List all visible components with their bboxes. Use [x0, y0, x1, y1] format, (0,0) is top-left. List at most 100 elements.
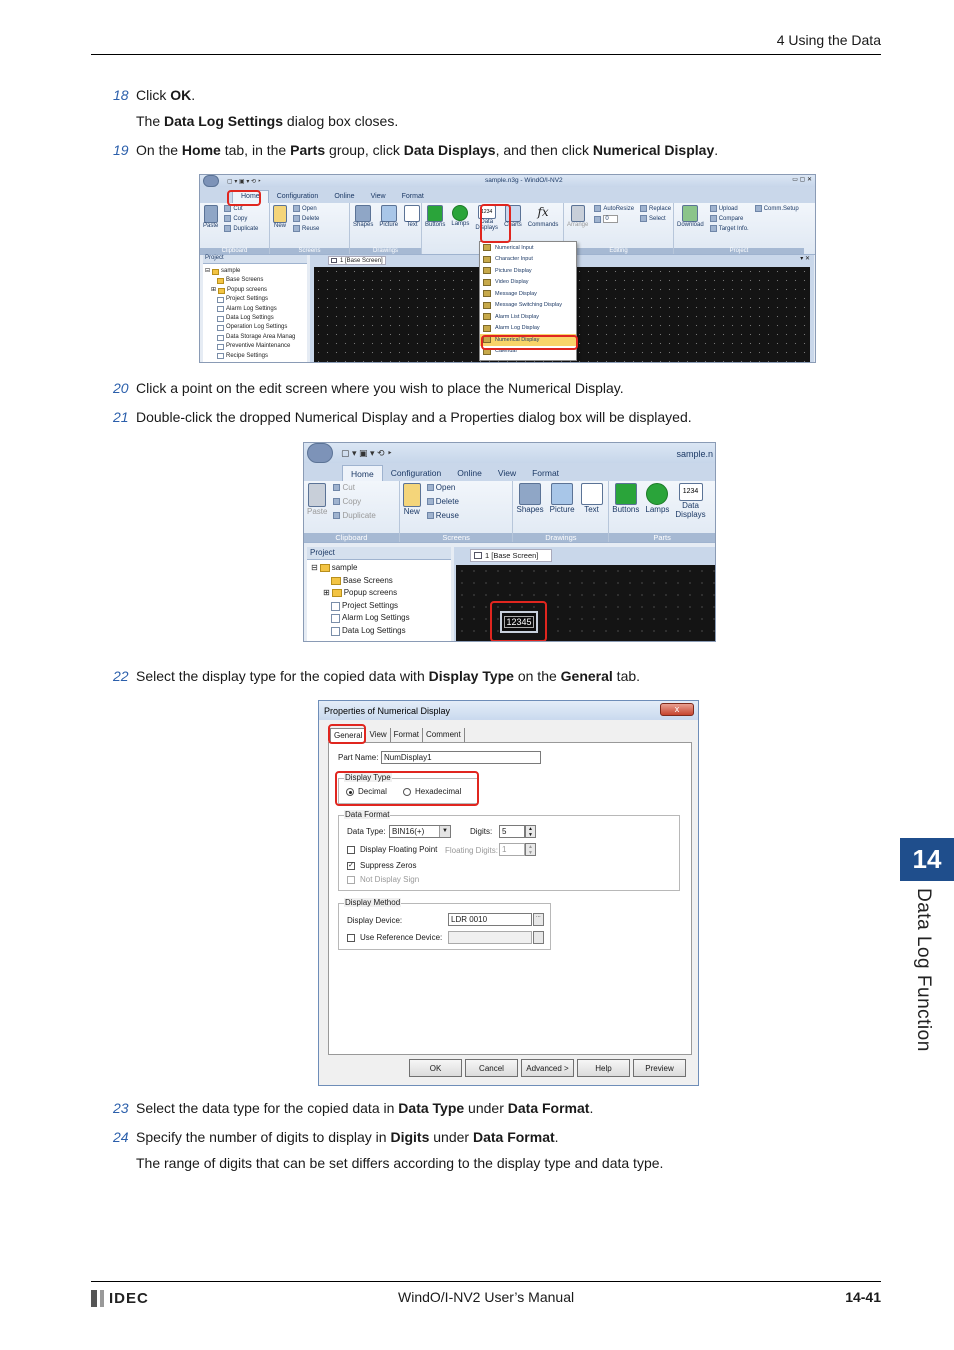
- autoresize-button[interactable]: AutoResize: [594, 205, 634, 212]
- menu-item-message-display[interactable]: Message Display: [480, 288, 576, 300]
- paste-button[interactable]: Paste: [200, 203, 221, 254]
- tree-item[interactable]: ⊟ sample: [205, 267, 305, 276]
- compare-button[interactable]: Compare: [709, 215, 749, 222]
- menu-item-numerical-input[interactable]: Numerical Input: [480, 242, 576, 254]
- close-button[interactable]: x: [660, 703, 694, 716]
- tab-configuration[interactable]: Configuration: [383, 465, 450, 481]
- help-button[interactable]: Help: [577, 1059, 630, 1077]
- cut-button[interactable]: Cut: [224, 205, 258, 212]
- part-name-input[interactable]: NumDisplay1: [381, 751, 541, 764]
- sheet-tab[interactable]: 1 [Base Screen]: [470, 549, 552, 562]
- not-display-sign-checkbox[interactable]: [347, 876, 355, 884]
- folder-icon: [218, 287, 226, 294]
- reuse-button[interactable]: Reuse: [293, 225, 319, 232]
- quick-access-icon[interactable]: ▢ ▾ ▣ ▾ ⟲ ‣: [341, 448, 392, 459]
- lamps-button[interactable]: Lamps: [448, 203, 472, 254]
- cancel-button[interactable]: Cancel: [465, 1059, 518, 1077]
- tab-online[interactable]: Online: [449, 465, 490, 481]
- project-panel-title: Project: [307, 547, 451, 560]
- tab-configuration[interactable]: Configuration: [269, 191, 327, 203]
- device-picker-icon[interactable]: ⋯: [533, 913, 544, 926]
- floating-digits-spinner-icon[interactable]: ▲ ▼: [525, 843, 536, 856]
- tab-view[interactable]: View: [366, 728, 391, 742]
- alarm-list-icon: [483, 313, 491, 321]
- duplicate-button[interactable]: Duplicate: [224, 225, 258, 232]
- delete-button[interactable]: Delete: [293, 215, 319, 222]
- copy-button[interactable]: Copy: [224, 215, 258, 222]
- buttons-button[interactable]: Buttons: [422, 203, 448, 254]
- quick-access-icon[interactable]: ▢ ▾ ▣ ▾ ⟲ ‣: [227, 178, 261, 185]
- download-button[interactable]: Download: [674, 203, 707, 254]
- logo-mark-icon: [91, 1290, 97, 1307]
- select-button[interactable]: Select: [640, 215, 671, 222]
- tab-view[interactable]: View: [490, 465, 524, 481]
- menu-item-picture-display[interactable]: Picture Display: [480, 265, 576, 277]
- use-reference-device-checkbox[interactable]: [347, 934, 355, 942]
- replace-button[interactable]: Replace: [640, 205, 671, 212]
- cut-button[interactable]: Cut: [333, 483, 375, 492]
- tab-format[interactable]: Format: [394, 191, 432, 203]
- digits-input[interactable]: 5: [499, 825, 525, 838]
- tree-item[interactable]: Base Screens: [205, 276, 305, 285]
- menu-item-character-input[interactable]: Character Input: [480, 254, 576, 266]
- project-panel: Project ⊟ sample Base Screens ⊞ Popup scre…: [203, 255, 307, 362]
- window-controls-icon[interactable]: ▭ ▢ ✕: [792, 176, 812, 183]
- preview-button[interactable]: Preview: [633, 1059, 686, 1077]
- reuse-button[interactable]: Reuse: [426, 511, 459, 520]
- data-type-select[interactable]: BIN16(+) ▼: [389, 825, 451, 838]
- tree-item[interactable]: Alarm Log Settings: [311, 612, 447, 625]
- digits-spinner-icon[interactable]: ▲ ▼: [525, 825, 536, 838]
- comm-setup-button[interactable]: Comm.Setup: [754, 205, 799, 212]
- duplicate-button[interactable]: Duplicate: [333, 511, 376, 520]
- tab-format[interactable]: Format: [391, 728, 424, 742]
- tree-item[interactable]: ⊞ Popup screens: [205, 286, 305, 295]
- tree-item[interactable]: Data Log Settings: [311, 625, 447, 638]
- tree-item[interactable]: Data Storage Area Manag: [205, 333, 305, 342]
- tab-online[interactable]: Online: [326, 191, 362, 203]
- tree-item[interactable]: ⊟ sample: [311, 562, 447, 575]
- spin-field[interactable]: 0: [594, 215, 634, 223]
- tree-item[interactable]: Alarm Log Settings: [205, 305, 305, 314]
- sheet-tab[interactable]: 1 [Base Screen]: [328, 256, 386, 265]
- display-device-input[interactable]: LDR 0010: [448, 913, 532, 926]
- step-text: Double-click the dropped Numerical Displ…: [136, 409, 692, 425]
- tab-home[interactable]: Home: [342, 465, 383, 481]
- tree-item[interactable]: Data Log Settings: [205, 314, 305, 323]
- shapes-button[interactable]: Shapes: [350, 203, 376, 254]
- open-button[interactable]: Open: [426, 483, 459, 492]
- reference-picker-icon[interactable]: [533, 931, 544, 944]
- target-info-button[interactable]: Target Info.: [709, 225, 749, 232]
- display-floating-point-checkbox[interactable]: [347, 846, 355, 854]
- picture-button[interactable]: Picture: [376, 203, 401, 254]
- open-button[interactable]: Open: [293, 205, 319, 212]
- tree-item[interactable]: Recipe Settings: [205, 352, 305, 361]
- close-sheet-icon[interactable]: ▾ ✕: [800, 255, 810, 262]
- suppress-zeros-checkbox[interactable]: ✓: [347, 862, 355, 870]
- menu-item-message-switching-display[interactable]: Message Switching Display: [480, 300, 576, 312]
- tree-item[interactable]: Base Screens: [311, 575, 447, 588]
- text-button[interactable]: Text: [401, 203, 423, 254]
- tree-item[interactable]: Project Settings: [311, 600, 447, 613]
- tree-item[interactable]: Project Settings: [205, 295, 305, 304]
- tab-comment[interactable]: Comment: [423, 728, 465, 742]
- copy-button[interactable]: Copy: [333, 497, 375, 506]
- ok-button[interactable]: OK: [409, 1059, 462, 1077]
- tab-format[interactable]: Format: [524, 465, 567, 481]
- delete-button[interactable]: Delete: [426, 497, 459, 506]
- reference-device-input[interactable]: [448, 931, 532, 944]
- tree-item[interactable]: ⊞ Popup screens: [311, 587, 447, 600]
- floating-digits-input[interactable]: 1: [499, 843, 525, 856]
- new-screen-button[interactable]: New: [270, 203, 290, 254]
- menu-item-video-display[interactable]: Video Display: [480, 277, 576, 289]
- tree-item[interactable]: Operation Log Settings: [205, 323, 305, 332]
- tree-item[interactable]: Preventive Maintenance: [205, 342, 305, 351]
- menu-item-alarm-log-display[interactable]: Alarm Log Display: [480, 323, 576, 335]
- duplicate-icon: [224, 225, 232, 232]
- advanced-button[interactable]: Advanced >: [521, 1059, 574, 1077]
- tab-view[interactable]: View: [363, 191, 394, 203]
- upload-button[interactable]: Upload: [709, 205, 749, 212]
- menu-item-alarm-list-display[interactable]: Alarm List Display: [480, 311, 576, 323]
- step-bold: Data Log Settings: [164, 113, 284, 129]
- ribbon: Paste Cut Copy Duplicate Clipboard New O…: [304, 481, 715, 543]
- step-text: Click a point on the edit screen where y…: [136, 380, 624, 396]
